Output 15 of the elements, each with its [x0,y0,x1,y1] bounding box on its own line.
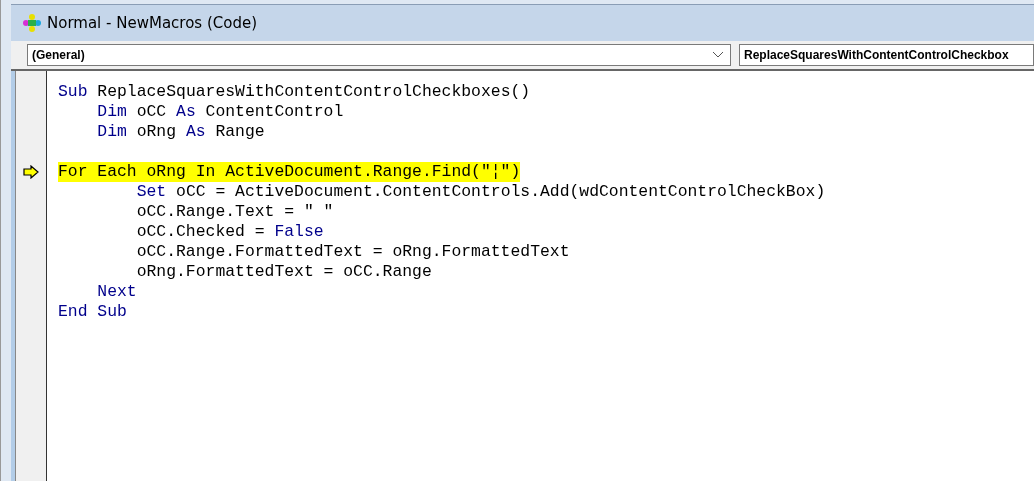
object-dropdown[interactable]: (General) [27,44,731,66]
code-line: oRng.FormattedText = oCC.Range [135,262,432,282]
code-line: Dim oRng As Range [96,122,265,142]
code-line: Sub ReplaceSquaresWithContentControlCheckboxes() [58,82,531,102]
procedure-dropdown[interactable]: ReplaceSquaresWithContentControlCheckbox [739,44,1034,66]
macro-icon [21,12,43,34]
code-line: Next [96,282,137,302]
code-line: Dim oCC As ContentControl [96,102,344,122]
caret-icon [712,51,724,59]
code-line: oCC.Range.Text = " " [135,202,334,222]
code-line: oCC.Checked = False [135,222,324,242]
code-line: Set oCC = ActiveDocument.ContentControls.Add(wdContentControlCheckBox) [135,182,826,202]
window-title: Normal - NewMacros (Code) [47,14,258,32]
code-line: oCC.Range.FormattedText = oRng.FormattedText [135,242,570,262]
code-line: End Sub [58,302,127,322]
